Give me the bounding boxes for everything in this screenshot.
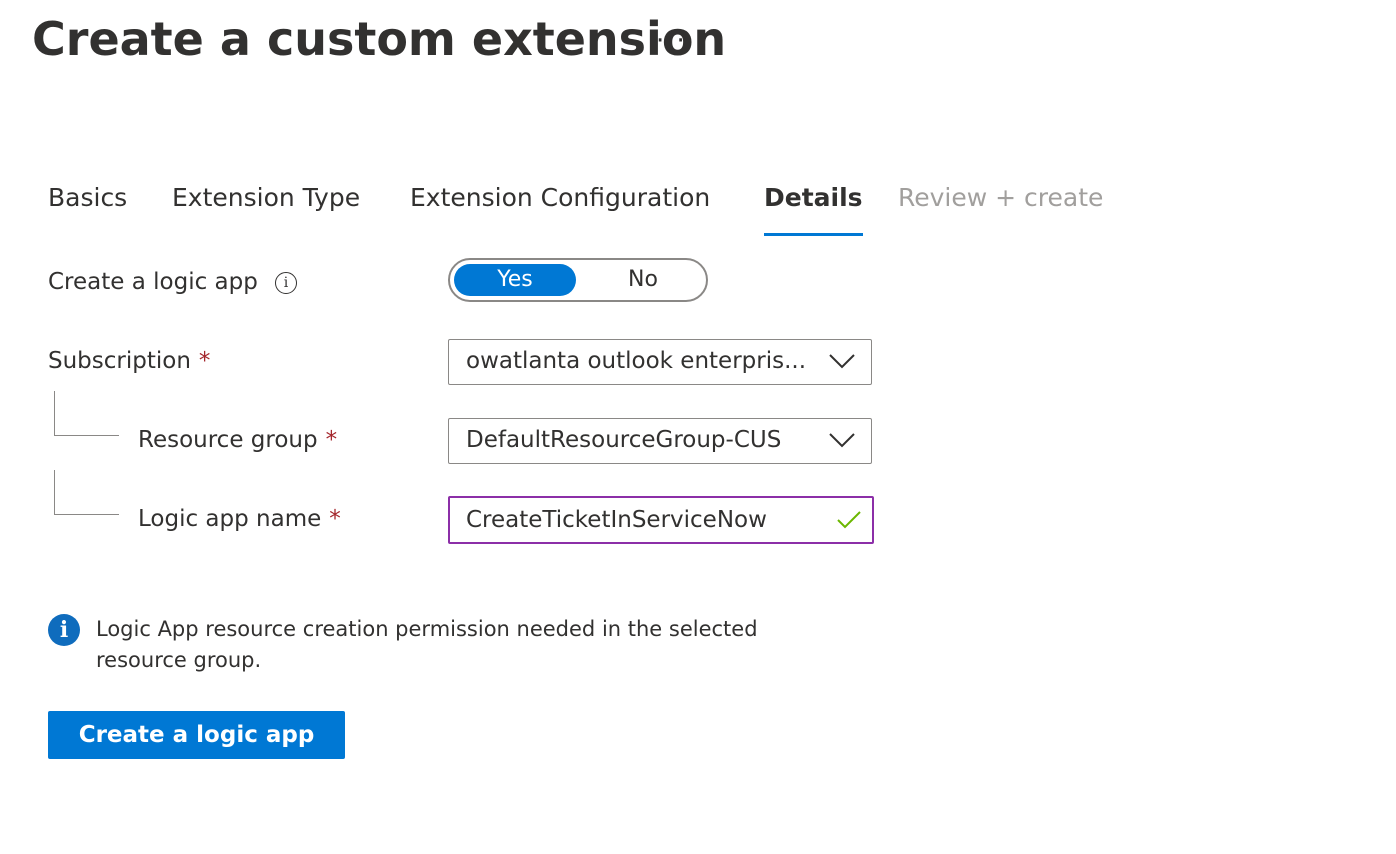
more-options-icon[interactable]: ··· [656, 26, 687, 56]
info-message-text: Logic App resource creation permission n… [96, 617, 758, 672]
logic-app-name-field[interactable] [448, 496, 874, 544]
resource-group-label-text: Resource group [138, 427, 318, 453]
toggle-option-no[interactable]: No [582, 264, 704, 296]
tab-details[interactable]: Details [764, 183, 863, 236]
tab-review-create: Review + create [898, 183, 1104, 212]
tab-basics[interactable]: Basics [48, 183, 127, 233]
logic-app-name-label-text: Logic app name [138, 506, 322, 532]
create-custom-extension-page: Create a custom extension ··· Basics Ext… [0, 0, 1396, 854]
page-title: Create a custom extension [32, 12, 727, 66]
tree-connector [54, 391, 119, 436]
info-circle-icon[interactable]: i [275, 272, 297, 294]
create-logic-app-toggle[interactable]: Yes No [448, 258, 708, 302]
required-marker: * [329, 506, 341, 532]
tab-extension-configuration[interactable]: Extension Configuration [410, 183, 710, 233]
logic-app-name-label: Logic app name * [138, 506, 341, 532]
subscription-label-text: Subscription [48, 348, 191, 374]
create-logic-app-button[interactable]: Create a logic app [48, 711, 345, 759]
checkmark-icon [837, 511, 861, 529]
toggle-option-yes[interactable]: Yes [454, 264, 576, 296]
subscription-label: Subscription * [48, 348, 210, 374]
create-logic-app-label: Create a logic app [48, 269, 258, 295]
chevron-down-icon [829, 354, 855, 369]
info-icon: i [48, 614, 80, 646]
subscription-value: owatlanta outlook enterpris... [466, 348, 807, 374]
logic-app-name-input[interactable] [466, 505, 816, 535]
tab-extension-type[interactable]: Extension Type [172, 183, 360, 233]
required-marker: * [198, 348, 211, 374]
subscription-dropdown[interactable]: owatlanta outlook enterpris... [448, 339, 872, 385]
chevron-down-icon [829, 433, 855, 448]
tree-connector [54, 470, 119, 515]
required-marker: * [325, 427, 338, 453]
resource-group-dropdown[interactable]: DefaultResourceGroup-CUS [448, 418, 872, 464]
resource-group-label: Resource group * [138, 427, 337, 453]
resource-group-value: DefaultResourceGroup-CUS [466, 427, 782, 453]
